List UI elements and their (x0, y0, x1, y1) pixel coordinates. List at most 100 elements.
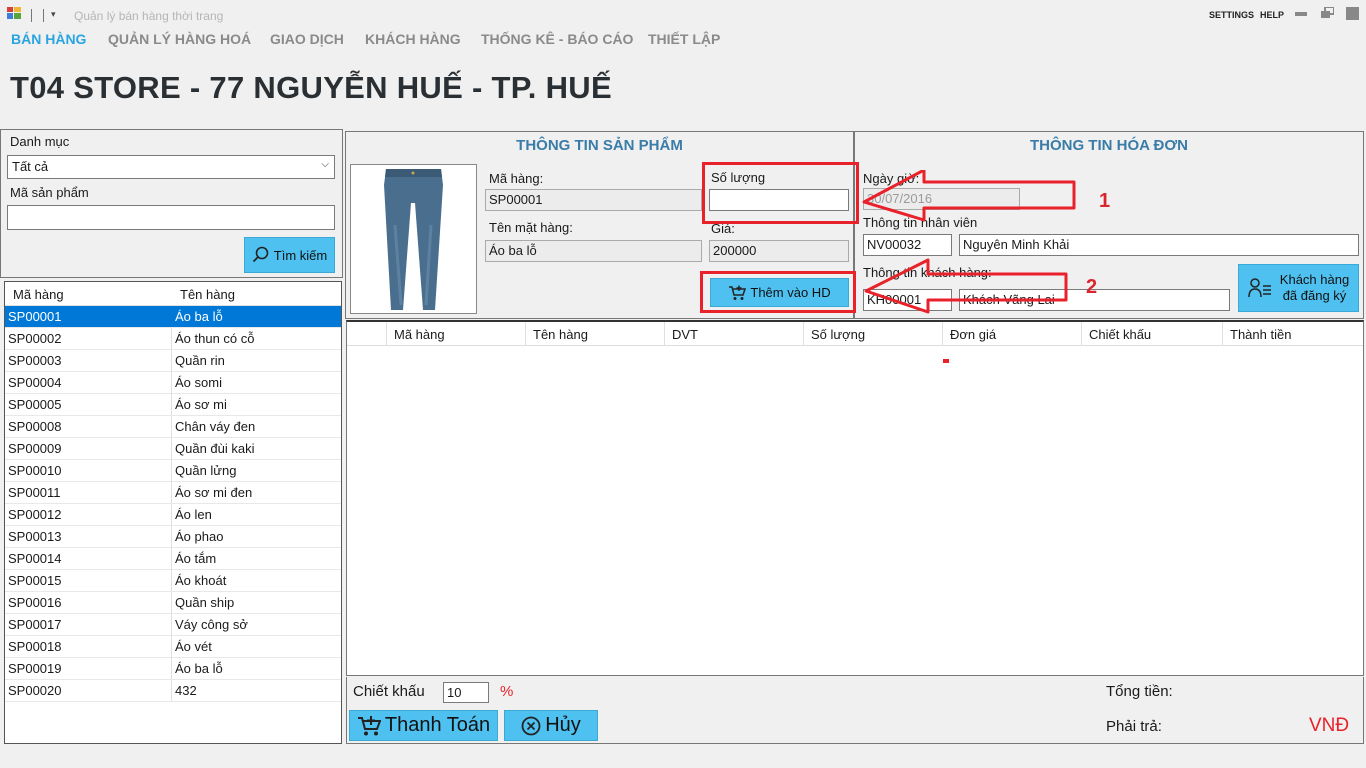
product-list-row[interactable]: SP00012 Áo len (5, 504, 341, 526)
product-name-cell: Quần lửng (175, 463, 237, 478)
column-header-amount[interactable]: Thành tiền (1223, 322, 1363, 345)
product-list-row[interactable]: SP00018 Áo vét (5, 636, 341, 658)
title-bar: ▾ Quản lý bán hàng thời trang SETTINGS H… (0, 0, 1366, 28)
product-image (350, 164, 477, 314)
toolbar-separator (43, 9, 44, 22)
cancel-button[interactable]: Hủy (504, 710, 598, 741)
footer-panel (346, 677, 1364, 744)
menu-thong-ke-bao-cao[interactable]: THỐNG KÊ - BÁO CÁO (481, 31, 633, 47)
chevron-down-icon: ⌵ (321, 159, 329, 170)
quantity-highlight-box (702, 162, 859, 224)
product-list-row[interactable]: SP00015 Áo khoát (5, 570, 341, 592)
column-header-unit-price[interactable]: Đơn giá (943, 322, 1082, 345)
product-name-cell: Áo khoát (175, 573, 227, 588)
product-name-label: Tên mặt hàng: (489, 220, 573, 235)
product-name-cell: Quần đùi kaki (175, 441, 255, 456)
column-header-code[interactable]: Mã hàng (387, 322, 526, 345)
app-icon (7, 7, 21, 19)
percent-sign: % (500, 683, 514, 700)
product-list-row[interactable]: SP00002 Áo thun có cỗ (5, 328, 341, 350)
invoice-grid: Mã hàng Tên hàng DVT Số lượng Đơn giá Ch… (346, 320, 1364, 676)
product-list-row[interactable]: SP00003 Quần rin (5, 350, 341, 372)
column-header-name[interactable]: Tên hàng (526, 322, 665, 345)
product-list-row[interactable]: SP00013 Áo phao (5, 526, 341, 548)
category-select-value: Tất cả (12, 159, 49, 174)
product-list-row[interactable]: SP00005 Áo sơ mi (5, 394, 341, 416)
product-code-cell: SP00010 (5, 460, 172, 481)
payable-label: Phải trả: (1106, 718, 1162, 735)
product-name-cell: 432 (175, 683, 197, 698)
menu-giao-dich[interactable]: GIAO DỊCH (270, 31, 344, 47)
column-header-name[interactable]: Tên hàng (172, 282, 235, 305)
menu-quan-ly-hang-hoa[interactable]: QUẢN LÝ HÀNG HOÁ (108, 31, 251, 47)
product-list-row[interactable]: SP00014 Áo tắm (5, 548, 341, 570)
registered-customer-button[interactable]: Khách hàng đã đăng ký (1238, 264, 1359, 312)
product-list-row[interactable]: SP00001 Áo ba lỗ (5, 306, 341, 328)
product-code-cell: SP00002 (5, 328, 172, 349)
currency-label: VNĐ (1309, 715, 1350, 736)
column-header-code[interactable]: Mã hàng (5, 282, 172, 305)
product-list-row[interactable]: SP00020 432 (5, 680, 341, 702)
search-button-label: Tìm kiếm (273, 247, 328, 263)
invoice-grid-header: Mã hàng Tên hàng DVT Số lượng Đơn giá Ch… (347, 322, 1363, 346)
annotation-number-1: 1 (1099, 190, 1111, 212)
store-title: T04 STORE - 77 NGUYỄN HUẾ - TP. HUẾ (10, 70, 612, 105)
category-select[interactable]: Tất cả ⌵ (7, 155, 335, 179)
product-code-cell: SP00001 (5, 306, 172, 327)
discount-input[interactable]: 10 (443, 682, 489, 703)
product-info-header: THÔNG TIN SẢN PHẨM (516, 137, 683, 154)
invoice-info-header: THÔNG TIN HÓA ĐƠN (1029, 137, 1189, 154)
product-code-cell: SP00016 (5, 592, 172, 613)
search-icon (252, 246, 269, 263)
column-header-discount[interactable]: Chiết khấu (1082, 322, 1223, 345)
window-title: Quản lý bán hàng thời trang (74, 9, 224, 23)
product-name-cell: Áo somi (175, 375, 222, 390)
add-button-highlight-box (700, 271, 856, 313)
registered-customer-label: Khách hàng đã đăng ký (1280, 272, 1349, 304)
product-name-cell: Áo sơ mi (175, 397, 227, 412)
column-header-quantity[interactable]: Số lượng (804, 322, 943, 345)
menu-thiet-lap[interactable]: THIẾT LẬP (648, 31, 720, 47)
minimize-button[interactable] (1295, 12, 1307, 16)
product-name-cell: Váy công sở (175, 617, 248, 632)
product-list-row[interactable]: SP00008 Chân váy đen (5, 416, 341, 438)
discount-label: Chiết khấu (353, 683, 425, 700)
red-marker (943, 359, 949, 363)
product-code-cell: SP00019 (5, 658, 172, 679)
price-field: 200000 (709, 240, 849, 262)
help-link[interactable]: HELP (1260, 10, 1284, 20)
product-name-cell: Áo len (175, 507, 212, 522)
product-code-cell: SP00014 (5, 548, 172, 569)
product-code-cell: SP00011 (5, 482, 172, 503)
annotation-number-2: 2 (1086, 276, 1098, 298)
search-button[interactable]: Tìm kiếm (244, 237, 335, 273)
product-name-field: Áo ba lỗ (485, 240, 702, 262)
product-list-row[interactable]: SP00016 Quần ship (5, 592, 341, 614)
registered-customer-line1: Khách hàng (1279, 272, 1350, 287)
product-list-row[interactable]: SP00019 Áo ba lỗ (5, 658, 341, 680)
close-button[interactable] (1346, 7, 1359, 20)
category-label: Danh mục (10, 134, 70, 149)
column-header-unit[interactable]: DVT (665, 322, 804, 345)
column-header-select[interactable] (347, 322, 387, 345)
quick-access-dropdown[interactable]: ▾ (51, 9, 56, 20)
pay-button[interactable]: Thanh Toán (349, 710, 498, 741)
product-name-cell: Quần rin (175, 353, 225, 368)
product-list-row[interactable]: SP00004 Áo somi (5, 372, 341, 394)
product-list-row[interactable]: SP00017 Váy công sở (5, 614, 341, 636)
product-code-cell: SP00015 (5, 570, 172, 591)
menu-ban-hang[interactable]: BÁN HÀNG (11, 31, 86, 47)
product-code-label: Mã sản phẩm (10, 185, 89, 200)
product-name-cell: Áo tắm (175, 551, 217, 566)
product-list-row[interactable]: SP00010 Quần lửng (5, 460, 341, 482)
product-list: Mã hàng Tên hàng SP00001 Áo ba lỗ SP00002 Á… (4, 281, 342, 744)
product-code-cell: SP00005 (5, 394, 172, 415)
restore-button[interactable] (1321, 7, 1334, 18)
settings-link[interactable]: SETTINGS (1209, 10, 1254, 20)
menu-khach-hang[interactable]: KHÁCH HÀNG (365, 31, 461, 47)
product-list-row[interactable]: SP00009 Quần đùi kaki (5, 438, 341, 460)
product-code-input[interactable] (7, 205, 335, 230)
user-list-icon (1248, 278, 1271, 298)
product-name-cell: Áo ba lỗ (175, 309, 223, 324)
product-list-row[interactable]: SP00011 Áo sơ mi đen (5, 482, 341, 504)
